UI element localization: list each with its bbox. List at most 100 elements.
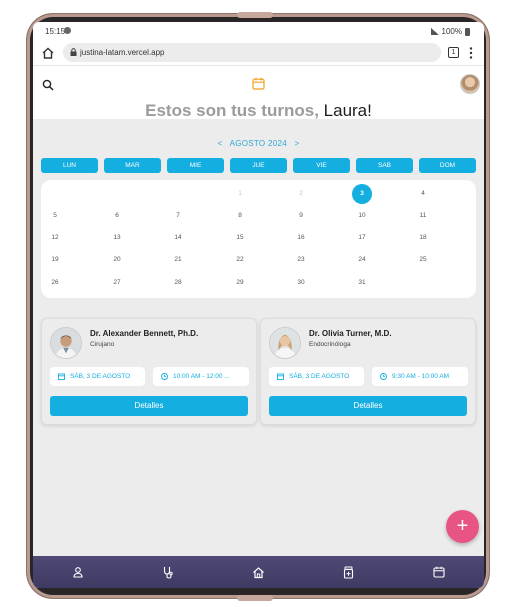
browser-home-icon[interactable]: [41, 46, 55, 60]
nav-medications[interactable]: [304, 556, 394, 588]
calendar-day[interactable]: 12: [45, 228, 65, 248]
calendar-day[interactable]: 20: [107, 250, 127, 270]
calendar-day[interactable]: 1: [230, 184, 250, 204]
signal-icon: [430, 28, 439, 35]
stethoscope-icon: [164, 566, 173, 579]
status-time: 15:15: [45, 27, 66, 36]
nav-profile[interactable]: [33, 556, 123, 588]
details-button[interactable]: Detalles: [50, 396, 248, 416]
app-header: Estos son tus turnos, Laura!: [33, 67, 484, 127]
clock-icon: [161, 373, 168, 380]
screen: 15:15 100% justina-latam.vercel.app 1 Es…: [33, 22, 484, 588]
search-icon[interactable]: [42, 79, 54, 91]
appointment-time-text: 10:00 AM - 12:00 ...: [173, 373, 230, 380]
appointment-time: 10:00 AM - 12:00 ...: [153, 367, 249, 386]
status-bar: 15:15 100%: [33, 22, 484, 40]
calendar-icon: [433, 566, 445, 578]
weekday-6: DOM: [419, 158, 476, 173]
calendar-day[interactable]: 25: [413, 250, 433, 270]
doctor-photo: [269, 327, 301, 359]
calendar-day[interactable]: 7: [168, 206, 188, 226]
calendar-day[interactable]: 30: [291, 273, 311, 293]
battery-icon: [465, 27, 470, 36]
appointment-time: 9:30 AM - 10:00 AM: [372, 367, 468, 386]
next-month-button[interactable]: >: [290, 139, 305, 148]
details-button[interactable]: Detalles: [269, 396, 467, 416]
calendar-day[interactable]: 28: [168, 273, 188, 293]
device-hinge-bottom: [237, 595, 273, 601]
calendar-day[interactable]: 15: [230, 228, 250, 248]
medicine-icon: [344, 566, 354, 579]
calendar-day[interactable]: 10: [352, 206, 372, 226]
calendar-day[interactable]: 6: [107, 206, 127, 226]
weekday-0: LUN: [41, 158, 98, 173]
browser-menu-icon[interactable]: [469, 46, 473, 60]
prev-month-button[interactable]: <: [213, 139, 228, 148]
user-avatar[interactable]: [460, 74, 480, 94]
clock-icon: [380, 373, 387, 380]
appointment-date-text: SÁB, 3 DE AGOSTO: [70, 373, 131, 380]
calendar-day[interactable]: 4: [413, 184, 433, 204]
weekday-3: JUE: [230, 158, 287, 173]
tab-switcher-icon[interactable]: 1: [448, 47, 459, 58]
nav-appointments[interactable]: [394, 556, 484, 588]
calendar-day[interactable]: 8: [230, 206, 250, 226]
month-navigator: < AGOSTO 2024 >: [33, 139, 484, 148]
appointment-date: SÁB, 3 DE AGOSTO: [50, 367, 145, 386]
page-title: Estos son tus turnos, Laura!: [33, 101, 484, 121]
appointment-date-text: SÁB, 3 DE AGOSTO: [289, 373, 350, 380]
calendar-icon: [252, 77, 265, 90]
device-hinge-top: [237, 12, 273, 18]
address-bar[interactable]: justina-latam.vercel.app: [63, 43, 441, 62]
calendar-day[interactable]: 27: [107, 273, 127, 293]
calendar-day[interactable]: 14: [168, 228, 188, 248]
add-appointment-button[interactable]: +: [446, 510, 479, 543]
doctor-specialty: Cirujano: [90, 341, 115, 348]
calendar-day[interactable]: 31: [352, 273, 372, 293]
calendar-small-icon: [58, 373, 65, 380]
calendar-day[interactable]: 13: [107, 228, 127, 248]
home-icon: [253, 566, 264, 578]
bottom-navigation: [33, 556, 484, 588]
calendar-day[interactable]: 26: [45, 273, 65, 293]
nav-home[interactable]: [213, 556, 303, 588]
calendar-day[interactable]: 19: [45, 250, 65, 270]
doctor-photo: [50, 327, 82, 359]
calendar-day[interactable]: 24: [352, 250, 372, 270]
calendar-day-selected[interactable]: 3: [352, 184, 372, 204]
main-content: < AGOSTO 2024 > LUN MAR MIE JUE VIE SAB DOM 12…: [33, 119, 484, 556]
calendar-grid: 1 2 3 4 5 6 7 8 9 10 11 12 13 14 15 16 17 18 19 20 21 22 23 24 2…: [41, 180, 476, 298]
doctor-name: Dr. Alexander Bennett, Ph.D.: [90, 329, 199, 338]
calendar-day[interactable]: 11: [413, 206, 433, 226]
appointment-time-text: 9:30 AM - 10:00 AM: [392, 373, 450, 380]
weekday-4: VIE: [293, 158, 350, 173]
weekday-2: MIE: [167, 158, 224, 173]
notification-icon: [64, 27, 71, 34]
weekday-5: SAB: [356, 158, 413, 173]
calendar-day[interactable]: 18: [413, 228, 433, 248]
calendar-day[interactable]: 2: [291, 184, 311, 204]
browser-bar: justina-latam.vercel.app 1: [33, 40, 484, 66]
lock-icon: [70, 48, 77, 56]
doctor-specialty: Endocrinóloga: [309, 341, 351, 348]
calendar-day[interactable]: 16: [291, 228, 311, 248]
appointment-card: Dr. Olivia Turner, M.D. Endocrinóloga SÁ…: [260, 318, 476, 425]
calendar-small-icon: [277, 373, 284, 380]
calendar-day[interactable]: 5: [45, 206, 65, 226]
calendar-day[interactable]: 22: [230, 250, 250, 270]
calendar-day[interactable]: 17: [352, 228, 372, 248]
user-icon: [73, 567, 83, 578]
calendar-day[interactable]: 21: [168, 250, 188, 270]
calendar-day[interactable]: 29: [230, 273, 250, 293]
appointment-card: Dr. Alexander Bennett, Ph.D. Cirujano SÁ…: [41, 318, 257, 425]
battery-percent: 100%: [441, 27, 462, 36]
nav-doctors[interactable]: [123, 556, 213, 588]
weekday-1: MAR: [104, 158, 161, 173]
url-text: justina-latam.vercel.app: [80, 48, 165, 57]
calendar-day[interactable]: 23: [291, 250, 311, 270]
greeting-name: Laura!: [323, 101, 372, 120]
calendar-day[interactable]: 9: [291, 206, 311, 226]
weekday-header: LUN MAR MIE JUE VIE SAB DOM: [41, 158, 476, 173]
month-label: AGOSTO 2024: [229, 139, 287, 148]
appointment-date: SÁB, 3 DE AGOSTO: [269, 367, 364, 386]
